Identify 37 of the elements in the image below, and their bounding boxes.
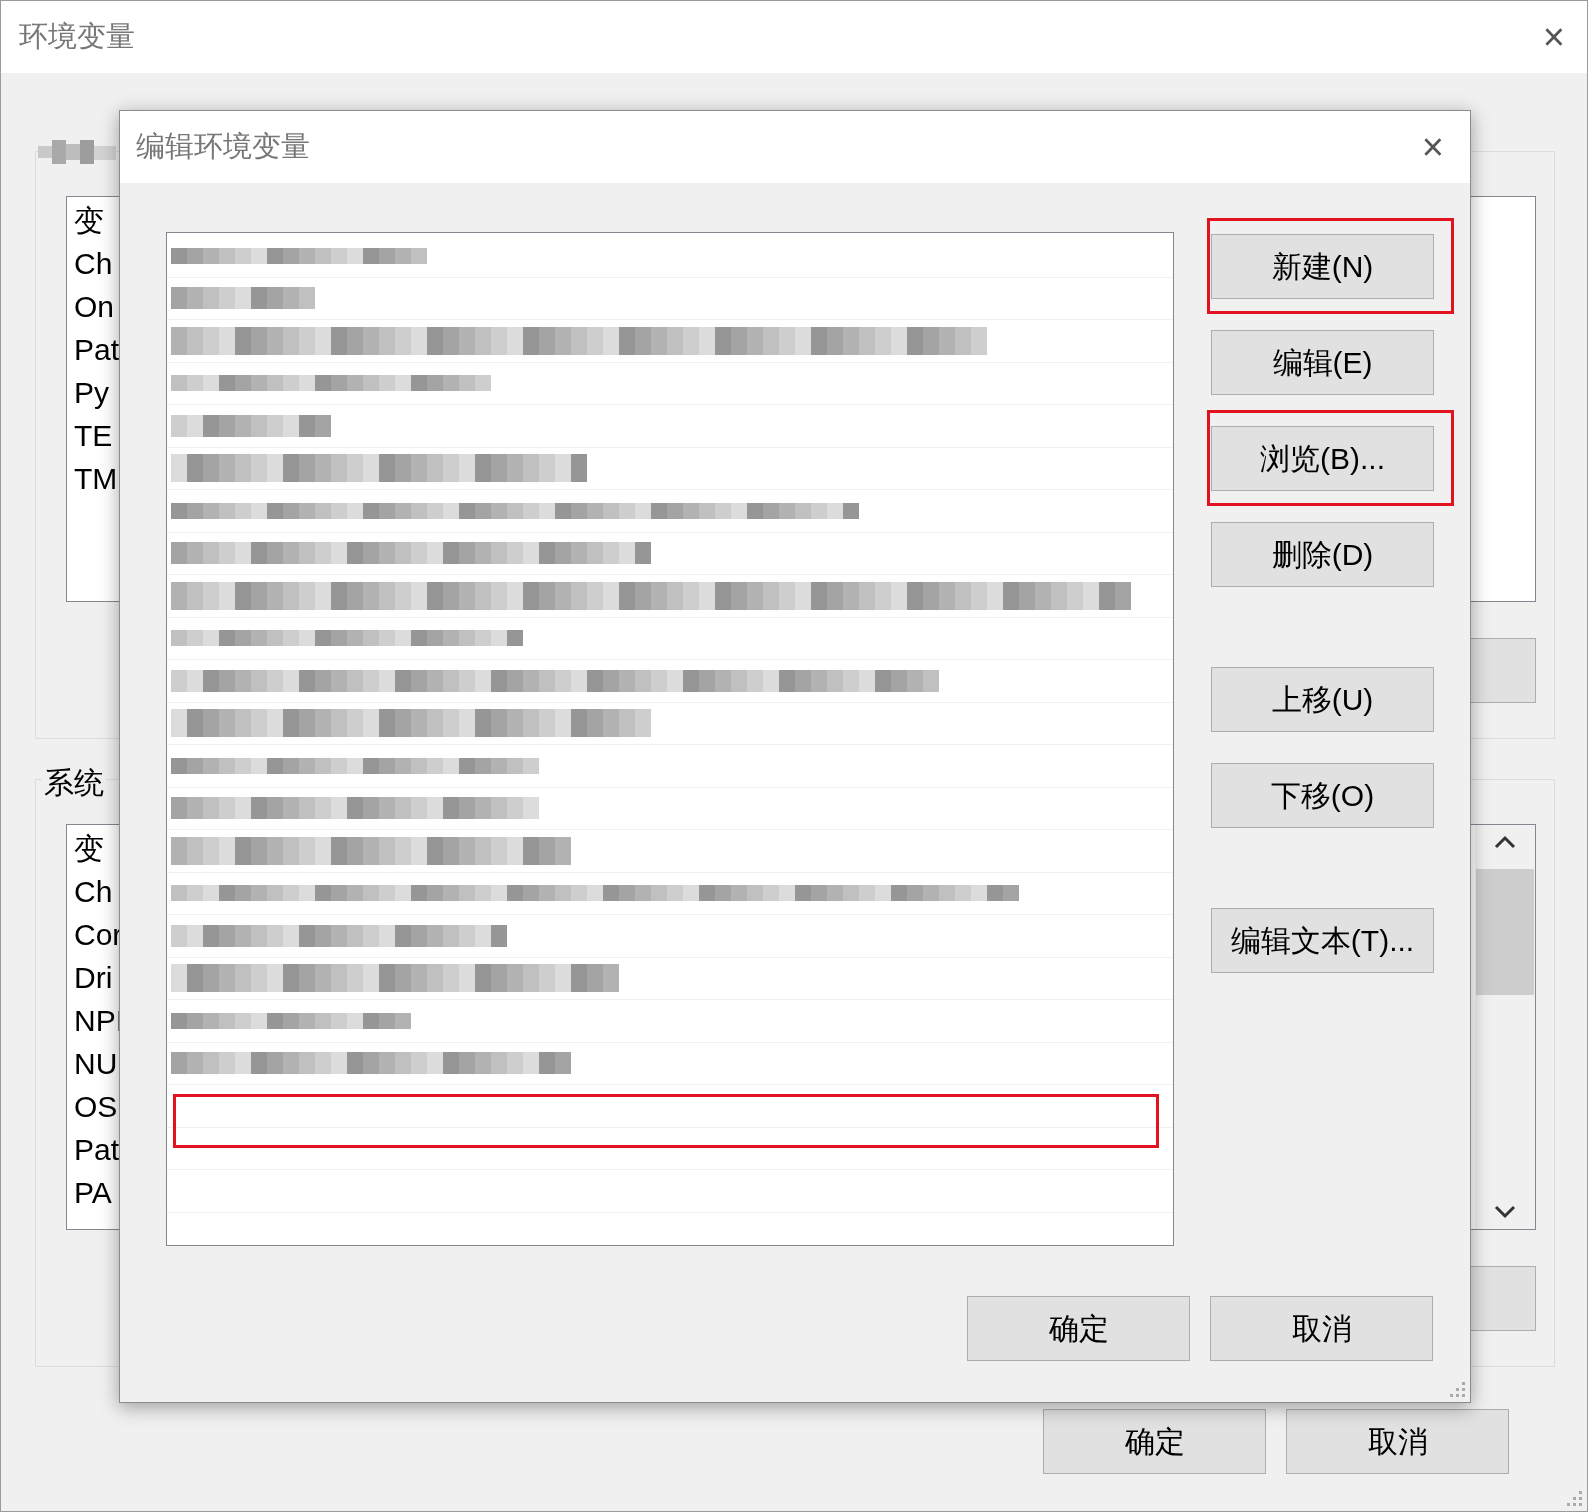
close-button[interactable]: × [1542, 18, 1565, 56]
button[interactable]: 删除(D) [1211, 522, 1434, 587]
list-item: OS [73, 1089, 118, 1125]
list-item: On [73, 289, 115, 325]
list-item: Py [73, 375, 109, 411]
list-item: Pat [73, 332, 120, 368]
list-item: Cor [73, 917, 123, 953]
button[interactable]: 浏览(B)... [1211, 426, 1434, 491]
button[interactable]: 取消 [1286, 1409, 1509, 1474]
list-item: NU [73, 1046, 118, 1082]
list-item: TE [73, 418, 113, 454]
button[interactable]: 下移(O) [1211, 763, 1434, 828]
resize-grip-icon[interactable] [1450, 1382, 1466, 1398]
list-item: PA [73, 1175, 112, 1211]
scrollbar-thumb[interactable] [1476, 869, 1534, 995]
window-title: 环境变量 [19, 19, 135, 55]
resize-grip-icon[interactable] [1567, 1491, 1583, 1507]
list-item: TM [73, 461, 118, 497]
path-list[interactable] [166, 232, 1174, 1246]
list-item: Dri [73, 960, 113, 996]
button[interactable]: 编辑(E) [1211, 330, 1434, 395]
button[interactable]: 上移(U) [1211, 667, 1434, 732]
scrollbar[interactable] [1475, 825, 1535, 1229]
button[interactable]: 确定 [967, 1296, 1190, 1361]
button[interactable]: 编辑文本(T)... [1211, 908, 1434, 973]
list-item: Ch [73, 246, 113, 282]
column-header[interactable]: 变 [67, 827, 104, 870]
list-item: Ch [73, 874, 113, 910]
dialog-title: 编辑环境变量 [136, 129, 310, 165]
chevron-down-icon[interactable] [1494, 1205, 1516, 1219]
list-item: Pat [73, 1132, 120, 1168]
button[interactable]: 确定 [1043, 1409, 1266, 1474]
button[interactable]: 取消 [1210, 1296, 1433, 1361]
column-header[interactable]: 变 [67, 199, 104, 242]
chevron-up-icon[interactable] [1494, 835, 1516, 849]
close-button[interactable]: × [1421, 128, 1444, 166]
button[interactable]: 新建(N) [1211, 234, 1434, 299]
